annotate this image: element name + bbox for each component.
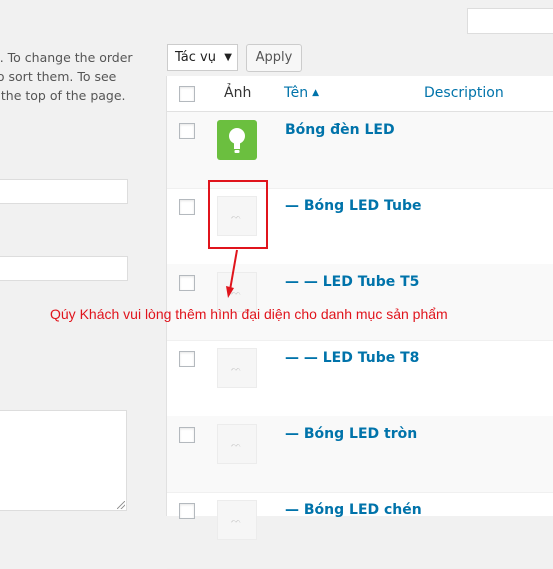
image-placeholder-icon: ᨓ <box>231 516 242 526</box>
annotation-note: Qúy Khách vui lòng thêm hình đại diện ch… <box>50 306 448 322</box>
annotation-arrow-icon <box>226 249 238 298</box>
